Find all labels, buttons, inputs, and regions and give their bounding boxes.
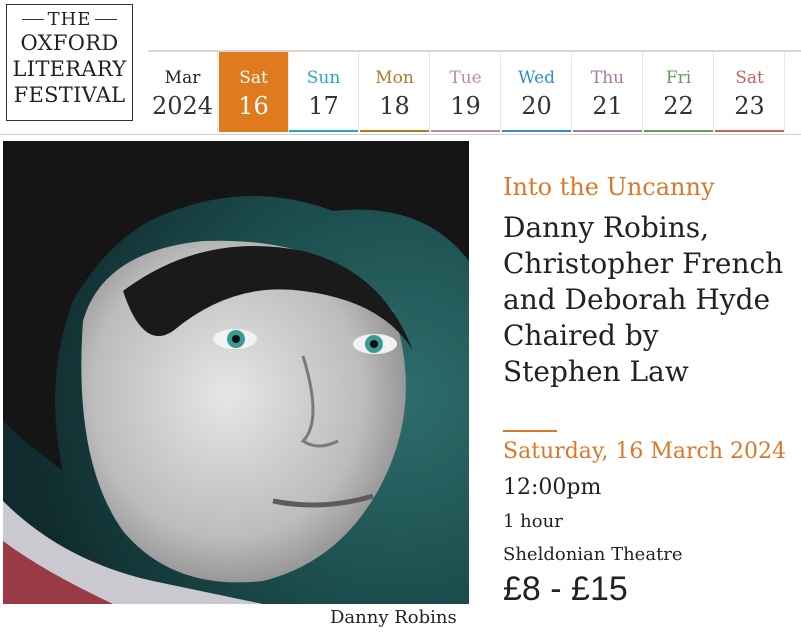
day-number: 18 — [379, 92, 410, 120]
day-tab-sat-16[interactable]: Sat 16 — [219, 52, 289, 132]
day-number: 16 — [238, 92, 269, 120]
speaker-photo — [3, 141, 469, 604]
day-name: Sat — [735, 68, 764, 88]
title-line: Stephen Law — [503, 355, 689, 388]
day-tab-tue-19[interactable]: Tue 19 — [431, 52, 501, 132]
day-tab-wed-20[interactable]: Wed 20 — [502, 52, 572, 132]
header: THE OXFORD LITERARY FESTIVAL Mar 2024 Sa… — [0, 0, 801, 135]
day-name: Tue — [449, 68, 482, 88]
day-tab-sat-23[interactable]: Sat 23 — [715, 52, 785, 132]
day-tab-thu-21[interactable]: Thu 21 — [573, 52, 643, 132]
month-label: Mar — [164, 68, 201, 88]
day-tab-sun-17[interactable]: Sun 17 — [289, 52, 359, 132]
title-line: Danny Robins, — [503, 211, 710, 244]
day-number: 22 — [663, 92, 694, 120]
day-number: 23 — [734, 92, 765, 120]
month-year-label: Mar 2024 — [148, 52, 218, 132]
day-name: Thu — [590, 68, 625, 88]
logo-festival: FESTIVAL — [13, 83, 126, 107]
event-venue[interactable]: Sheldonian Theatre — [503, 544, 683, 565]
event-duration: 1 hour — [503, 511, 563, 532]
day-name: Sat — [239, 68, 268, 88]
day-name: Fri — [665, 68, 692, 88]
day-number: 17 — [308, 92, 339, 120]
day-name: Sun — [306, 68, 341, 88]
event-date: Saturday, 16 March 2024 — [503, 439, 787, 464]
day-name: Wed — [517, 68, 556, 88]
logo-the: THE — [7, 9, 132, 30]
title-line: Chaired by — [503, 319, 659, 352]
event-title: Danny Robins, Christopher French and Deb… — [503, 210, 801, 390]
festival-logo[interactable]: THE OXFORD LITERARY FESTIVAL — [6, 4, 133, 121]
day-name: Mon — [375, 68, 414, 88]
day-number: 19 — [450, 92, 481, 120]
event-series[interactable]: Into the Uncanny — [503, 173, 715, 201]
portrait-illustration — [3, 141, 469, 604]
title-line: and Deborah Hyde — [503, 283, 771, 316]
year-label: 2024 — [151, 92, 214, 120]
day-tab-fri-22[interactable]: Fri 22 — [644, 52, 714, 132]
day-tab-mon-18[interactable]: Mon 18 — [360, 52, 430, 132]
day-number: 21 — [592, 92, 623, 120]
event-time: 12:00pm — [503, 475, 602, 500]
event-price: £8 - £15 — [503, 570, 628, 608]
logo-literary: LITERARY — [12, 57, 127, 81]
accent-divider — [503, 430, 557, 432]
title-line: Christopher French — [503, 247, 784, 280]
logo-oxford: OXFORD — [20, 31, 119, 55]
day-number: 20 — [521, 92, 552, 120]
photo-caption: Danny Robins — [330, 607, 457, 628]
